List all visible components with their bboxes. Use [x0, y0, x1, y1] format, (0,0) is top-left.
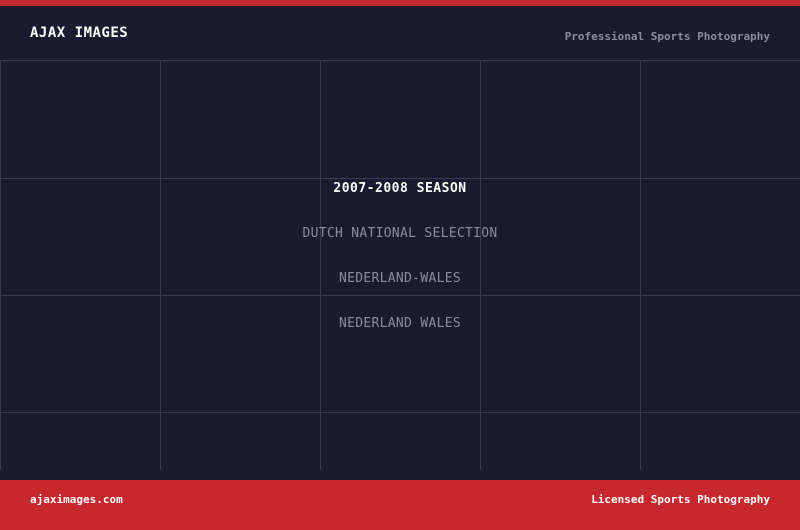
season-title: 2007-2008 SEASON — [333, 181, 467, 196]
grid-line — [0, 412, 800, 413]
header: AJAX IMAGES Professional Sports Photogra… — [0, 6, 800, 60]
header-tagline: Professional Sports Photography — [564, 30, 770, 43]
subtitle-line: DUTCH NATIONAL SELECTION — [302, 226, 498, 241]
footer-license-text: Licensed Sports Photography — [591, 493, 770, 506]
grid-line — [0, 61, 1, 470]
footer-website-link[interactable]: ajaximages.com — [30, 493, 123, 506]
brand-logo-text[interactable]: AJAX IMAGES — [30, 25, 128, 41]
grid-line — [160, 61, 161, 470]
grid-line — [0, 295, 800, 296]
grid-background — [0, 60, 800, 470]
grid-line — [0, 178, 800, 179]
subtitle-line: NEDERLAND WALES — [339, 316, 461, 331]
subtitle-line: NEDERLAND-WALES — [339, 271, 461, 286]
grid-line — [640, 61, 641, 470]
grid-line — [320, 61, 321, 470]
footer: ajaximages.com Licensed Sports Photograp… — [0, 480, 800, 530]
grid-line — [480, 61, 481, 470]
